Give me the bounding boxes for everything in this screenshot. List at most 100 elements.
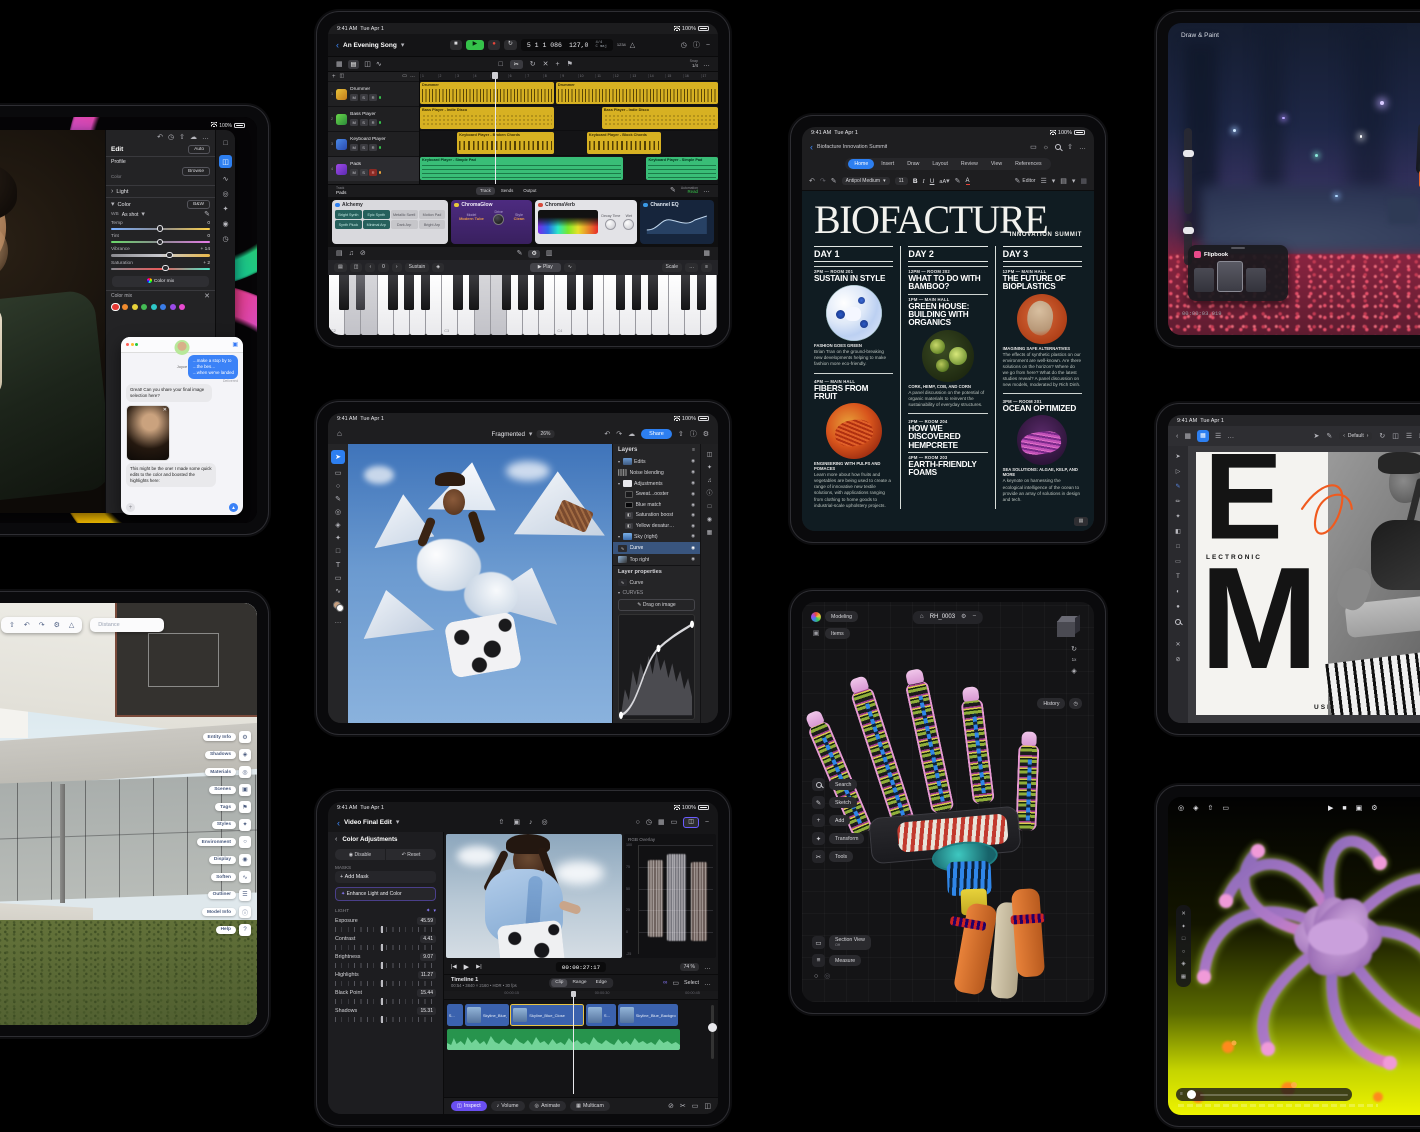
doc-name[interactable]: Fragmented (492, 431, 525, 438)
send-button[interactable]: ▴ (229, 503, 238, 512)
count-in-icon[interactable]: 1234 (617, 43, 626, 47)
slider-saturation[interactable]: Saturation+ 2 (106, 260, 215, 273)
snap-value[interactable]: 1/4 (690, 64, 698, 69)
tab-range[interactable]: Range (568, 979, 590, 987)
light-section[interactable]: Light (116, 189, 128, 195)
tab-sends[interactable]: Sends (497, 187, 517, 195)
drive-knob[interactable] (493, 214, 504, 225)
slider-contrast[interactable]: Contrast4.41 (328, 933, 443, 951)
tools-tool[interactable]: Tools (829, 851, 853, 862)
viewer[interactable] (446, 834, 622, 958)
text-tool-icon[interactable]: T (1172, 571, 1185, 582)
bar-ruler[interactable]: 1234567891011121314151617 (420, 72, 718, 81)
track-header-keys[interactable]: 3 Keyboard PlayerMSR (328, 131, 419, 156)
settings-icon[interactable]: ⚙ (703, 431, 709, 438)
green-dot[interactable] (141, 304, 147, 310)
notifications-icon[interactable]: △ (69, 621, 74, 629)
items-button[interactable]: Items (825, 628, 850, 639)
help-icon[interactable]: ⓘ (693, 42, 700, 49)
node-tool-icon[interactable]: ▷ (1172, 466, 1185, 477)
camera-icon[interactable]: ▣ (1356, 804, 1363, 812)
region-tool-icon[interactable]: □ (1182, 937, 1185, 943)
eraser-tool-icon[interactable]: ◈ (335, 522, 340, 529)
blue-dot[interactable] (160, 304, 166, 310)
wb-value[interactable]: As shot (122, 212, 139, 218)
region-keys-2[interactable]: Keyboard Player - Block Chords (587, 132, 662, 154)
pen-tool-icon[interactable]: ✎ (1172, 481, 1185, 492)
presets-icon[interactable]: ✦ (223, 206, 229, 213)
reset-view-icon[interactable]: ↻ (1071, 646, 1077, 653)
lasso-tool-icon[interactable]: ○ (336, 483, 340, 490)
lock-button[interactable]: ◈ (432, 263, 444, 272)
region-bass-2[interactable]: Bass Player - Indie Disco (602, 107, 718, 129)
editor-button[interactable]: Editor (1022, 178, 1035, 184)
scale-button[interactable]: Scale (662, 263, 683, 272)
clear-icon[interactable]: ⊘ (360, 250, 366, 257)
back-icon[interactable]: ‹ (810, 142, 813, 152)
more-icon[interactable]: … (1079, 144, 1086, 151)
search-icon[interactable] (1055, 144, 1061, 150)
orange-dot[interactable] (122, 304, 128, 310)
min-traffic-dot[interactable] (131, 343, 134, 346)
stop-icon[interactable]: ■ (1342, 805, 1346, 812)
document-pill[interactable]: ⌂ RH_0003 ⚙ − (913, 611, 983, 624)
isolate-icon[interactable]: − (972, 614, 976, 621)
photo-canvas[interactable] (0, 130, 105, 513)
fx-tool-icon[interactable]: ✦ (1181, 925, 1186, 931)
yellow-dot[interactable] (132, 304, 138, 310)
cloud-icon[interactable]: ☁ (628, 431, 635, 438)
track-header-pads[interactable]: 4 PadsMSR (328, 156, 419, 181)
add-mask-button[interactable]: + Add Mask (335, 871, 436, 883)
retime-icon[interactable]: ◷ (646, 819, 652, 826)
viewer-options-icon[interactable]: … (704, 964, 711, 971)
doc-settings-icon[interactable]: ⚙ (961, 614, 966, 620)
history-rail-icon[interactable]: ◷ (222, 236, 228, 243)
project-title[interactable]: An Evening Song (343, 42, 397, 49)
track-header-bass[interactable]: 2 Bass PlayerMSR (328, 106, 419, 131)
progress-menu-icon[interactable]: ≡ (1180, 1092, 1183, 1097)
tab-track[interactable]: Track (476, 187, 495, 195)
plugin-alchemy[interactable]: Alchemy Bright SynthEpic SynthMetallic S… (332, 200, 448, 244)
styles-button[interactable]: Styles (212, 821, 236, 829)
preview-rail-icon[interactable]: ◉ (707, 517, 712, 523)
color-section[interactable]: Color (118, 202, 131, 208)
scale-indicator[interactable]: 1x (1072, 658, 1077, 663)
document-page[interactable]: BIOFACTURE INNOVATION SUMMIT DAY 1 2PM —… (802, 191, 1094, 531)
media-icon[interactable]: ▭ (671, 819, 678, 826)
preset-picker[interactable]: ‹Default› (1339, 432, 1372, 441)
type-tool-icon[interactable]: T (336, 561, 341, 569)
editor-view-active[interactable]: ▤ (348, 60, 360, 69)
add-track-button[interactable]: + (332, 74, 336, 80)
add-tool[interactable]: Add (829, 815, 850, 826)
frame-thumb[interactable] (1246, 268, 1266, 292)
redo-icon[interactable]: ↷ (820, 178, 826, 185)
comments-rail-icon[interactable]: ♫ (707, 478, 712, 484)
tags-button[interactable]: Tags (215, 803, 236, 811)
region-drummer-1[interactable]: Drummer (420, 82, 554, 104)
search-tool[interactable]: Search (829, 779, 857, 790)
trim-tool-active[interactable]: ✂ (510, 60, 523, 69)
remove-attachment-icon[interactable]: ✕ (163, 407, 167, 413)
eye-icon[interactable]: ◉ (691, 459, 695, 464)
tab-clip[interactable]: Clip (551, 979, 567, 987)
crop-tool-icon[interactable]: □ (336, 548, 340, 555)
drag-on-image-button[interactable]: ✎ Drag on image (618, 599, 695, 611)
marker-tool-icon[interactable]: ⚑ (567, 61, 573, 68)
document-icon[interactable]: ▦ (1197, 430, 1209, 442)
format-painter-icon[interactable]: ✎ (831, 178, 837, 185)
flip-icon[interactable]: ◫ (1392, 433, 1399, 440)
contact[interactable]: Joyce (175, 340, 190, 373)
clip[interactable]: Skyline_Blue_Backgrou (618, 1004, 678, 1026)
stop-button[interactable]: ■ (450, 40, 462, 50)
panel-back-icon[interactable]: ‹ (335, 836, 337, 843)
zoom-knob[interactable] (708, 1023, 717, 1032)
flipbook-panel[interactable]: Flipbook (1188, 245, 1288, 301)
header-option-icon[interactable]: ▭ (402, 74, 407, 79)
timeline[interactable]: 00:00:15 00:00:30 00:00:45 S... Skyline_… (444, 991, 718, 1114)
entity-info-icon[interactable]: ⚙ (239, 731, 251, 743)
model-info-button[interactable]: Model Info (202, 908, 236, 916)
layer-row[interactable]: Noise blending◉ (613, 467, 700, 478)
history-clock-icon[interactable]: ◷ (1069, 698, 1082, 709)
cloud-icon[interactable]: ☁ (190, 134, 197, 141)
inspector-icon-active[interactable]: ◫ (683, 817, 699, 829)
